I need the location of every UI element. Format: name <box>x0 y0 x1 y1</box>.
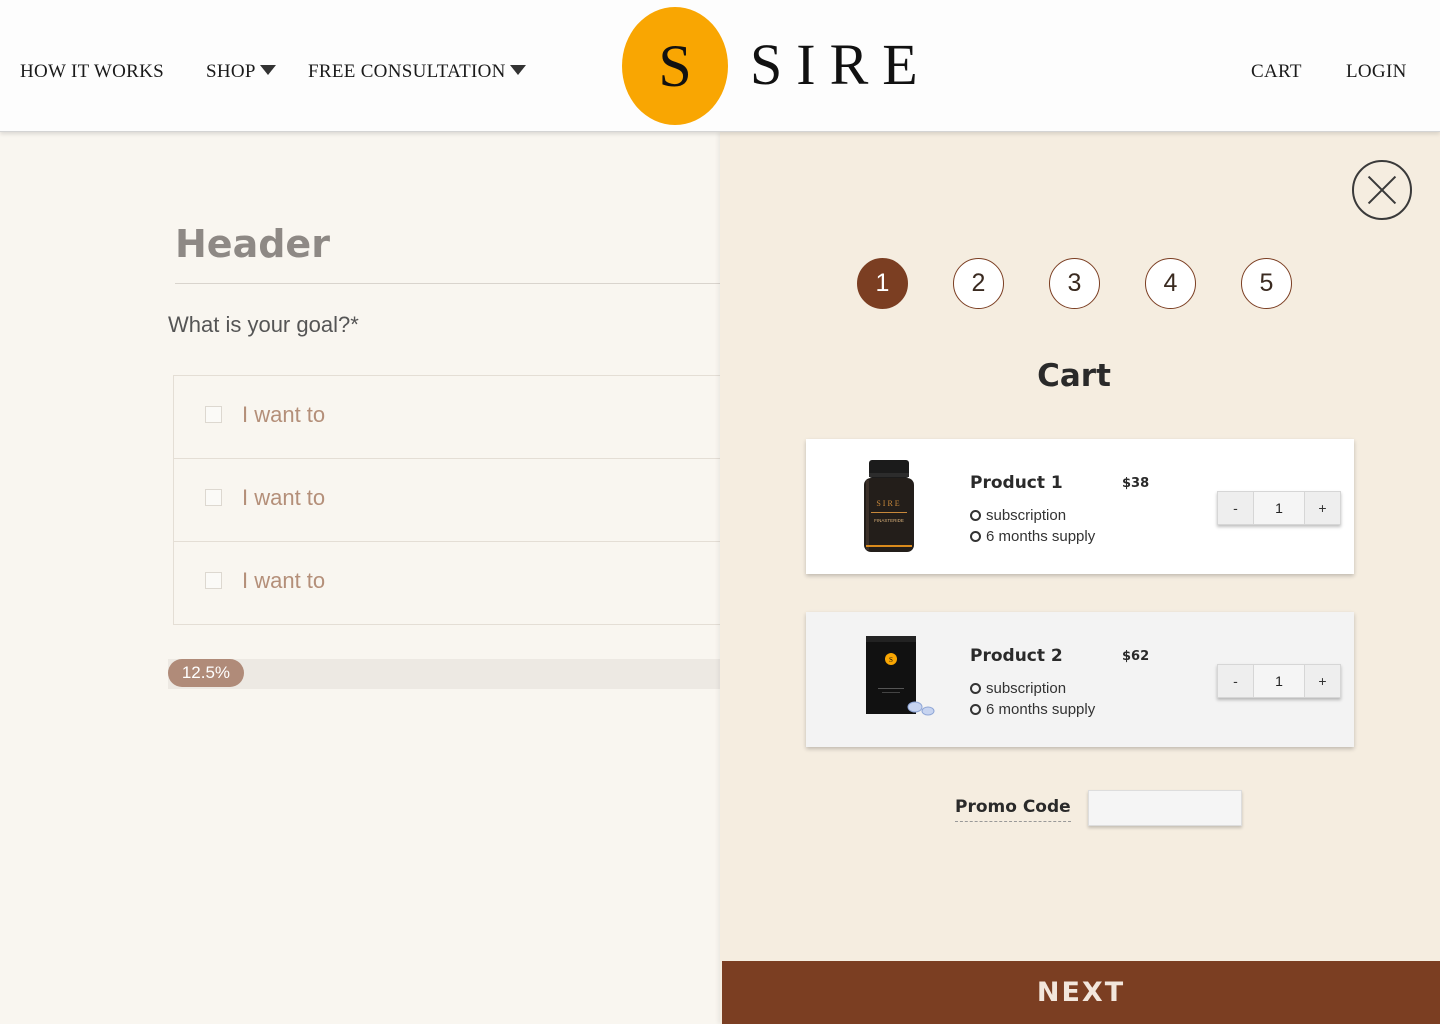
supply-option-label: 6 months supply <box>986 528 1096 545</box>
radio-icon <box>970 683 981 694</box>
goal-option-checkbox[interactable] <box>205 406 222 423</box>
logo-wordmark[interactable]: SIRE <box>750 30 932 100</box>
chevron-down-icon <box>259 65 276 75</box>
step-1[interactable]: 1 <box>857 258 908 309</box>
nav-shop-menu[interactable]: SHOP <box>206 61 276 83</box>
quantity-value[interactable]: 1 <box>1253 492 1305 524</box>
increment-button[interactable]: + <box>1305 492 1340 524</box>
goal-option-label: I want to <box>242 402 326 427</box>
supply-option-label: 6 months supply <box>986 701 1096 718</box>
step-4[interactable]: 4 <box>1145 258 1196 309</box>
promo-code-input[interactable] <box>1088 790 1242 826</box>
step-3[interactable]: 3 <box>1049 258 1100 309</box>
subscription-option[interactable]: subscription <box>970 507 1066 524</box>
next-button[interactable]: NEXT <box>722 961 1440 1024</box>
cart-item-product-2: S Product 2 $62 subscription 6 months su… <box>806 612 1354 747</box>
goal-option-label: I want to <box>242 568 326 593</box>
product-1-bottle-brand: SIRE <box>876 499 901 508</box>
goal-question: What is your goal?* <box>168 312 359 337</box>
product-price: $62 <box>1122 649 1150 664</box>
nav-how-it-works[interactable]: HOW IT WORKS <box>20 61 164 83</box>
radio-icon <box>970 531 981 542</box>
decrement-button[interactable]: - <box>1218 492 1253 524</box>
product-name: Product 2 <box>970 646 1063 666</box>
goal-option-3[interactable]: I want to <box>173 541 720 625</box>
product-2-pouch-letter: S <box>889 656 893 664</box>
product-1-bottle-subtext: FINASTERIDE <box>874 518 904 523</box>
top-navigation-bar: HOW IT WORKS SHOP FREE CONSULTATION S SI… <box>0 0 1440 132</box>
close-icon[interactable] <box>1352 160 1412 220</box>
radio-icon <box>970 510 981 521</box>
supply-option[interactable]: 6 months supply <box>970 701 1095 718</box>
nav-how-it-works-label: HOW IT WORKS <box>20 61 164 82</box>
radio-icon <box>970 704 981 715</box>
product-1-bottle-image: SIRE FINASTERIDE <box>864 460 914 552</box>
subscription-option-label: subscription <box>986 507 1067 524</box>
questionnaire-panel: Header What is your goal?* I want to I w… <box>0 132 720 1024</box>
product-price: $38 <box>1122 476 1150 491</box>
supply-option[interactable]: 6 months supply <box>970 528 1095 545</box>
decrement-button[interactable]: - <box>1218 665 1253 697</box>
nav-shop-label: SHOP <box>206 61 256 82</box>
goal-option-1[interactable]: I want to <box>173 375 720 459</box>
cart-item-product-1: SIRE FINASTERIDE Product 1 $38 subscript… <box>806 439 1354 574</box>
chevron-down-icon <box>509 65 526 75</box>
goal-option-2[interactable]: I want to <box>173 458 720 542</box>
logo-letter: S <box>658 32 692 99</box>
progress-bar-fill: 12.5% <box>168 659 244 687</box>
quantity-stepper: - 1 + <box>1217 664 1341 698</box>
promo-code-label: Promo Code <box>955 797 1071 822</box>
product-2-pouch-image: S <box>866 636 935 716</box>
quantity-stepper: - 1 + <box>1217 491 1341 525</box>
subscription-option[interactable]: subscription <box>970 680 1066 697</box>
questionnaire-header: Header <box>175 222 330 266</box>
nav-free-consultation-menu[interactable]: FREE CONSULTATION <box>308 61 526 83</box>
increment-button[interactable]: + <box>1305 665 1340 697</box>
nav-cart-link[interactable]: CART <box>1251 61 1302 83</box>
logo-mark[interactable]: S <box>622 7 728 125</box>
progress-bar: 12.5% <box>168 659 720 689</box>
cart-drawer: 1 2 3 4 5 Cart SIRE FINASTERIDE Product … <box>720 132 1440 1024</box>
step-5[interactable]: 5 <box>1241 258 1292 309</box>
nav-login-link[interactable]: LOGIN <box>1346 61 1407 83</box>
goal-option-label: I want to <box>242 485 326 510</box>
goal-option-checkbox[interactable] <box>205 489 222 506</box>
goal-option-checkbox[interactable] <box>205 572 222 589</box>
quantity-value[interactable]: 1 <box>1253 665 1305 697</box>
header-divider <box>175 283 720 284</box>
step-2[interactable]: 2 <box>953 258 1004 309</box>
product-name: Product 1 <box>970 473 1063 493</box>
cart-title: Cart <box>1037 358 1111 394</box>
subscription-option-label: subscription <box>986 680 1067 697</box>
nav-free-consultation-label: FREE CONSULTATION <box>308 61 506 82</box>
